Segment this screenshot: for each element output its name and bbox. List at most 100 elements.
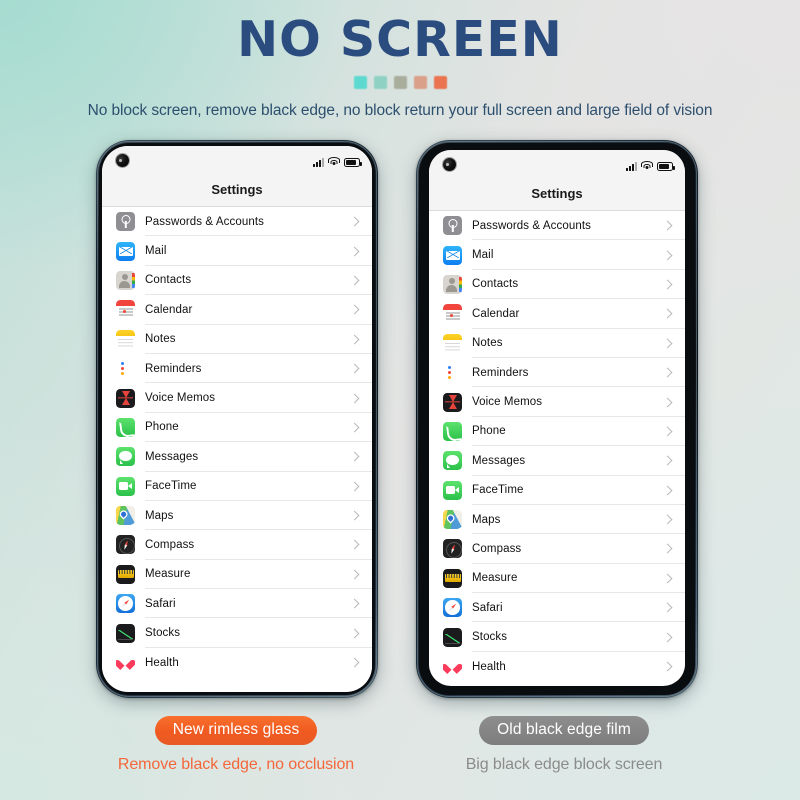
settings-row-label: Compass bbox=[145, 538, 195, 551]
chevron-right-icon bbox=[662, 455, 673, 466]
settings-row-notes[interactable]: Notes bbox=[429, 329, 685, 359]
settings-row-label: Maps bbox=[472, 513, 501, 526]
settings-row-notes[interactable]: Notes bbox=[102, 325, 372, 355]
settings-row-label: Reminders bbox=[472, 366, 529, 379]
chevron-right-icon bbox=[349, 569, 360, 580]
chevron-right-icon bbox=[349, 363, 360, 374]
phone-mockup-new-rimless-glass: Settings Passwords & Accounts Mail Contact… bbox=[96, 140, 378, 698]
health-icon bbox=[443, 657, 462, 677]
settings-row-safari[interactable]: Safari bbox=[429, 593, 685, 623]
settings-row-voice-memos[interactable]: Voice Memos bbox=[102, 383, 372, 414]
settings-screen-title: Settings bbox=[102, 176, 372, 207]
settings-row-mail[interactable]: Mail bbox=[429, 240, 685, 271]
chevron-right-icon bbox=[349, 422, 360, 433]
settings-row-passwords-accounts[interactable]: Passwords & Accounts bbox=[429, 211, 685, 241]
settings-row-calendar[interactable]: Calendar bbox=[429, 299, 685, 329]
compass-icon bbox=[116, 535, 135, 555]
signal-bars-icon bbox=[626, 161, 637, 171]
settings-row-measure[interactable]: Measure bbox=[429, 564, 685, 594]
measure-icon bbox=[116, 564, 135, 584]
page-subtitle: No block screen, remove black edge, no b… bbox=[87, 102, 713, 119]
contacts-icon bbox=[116, 270, 135, 290]
caption-old-black-edge-film: Old black edge film Big black edge block… bbox=[404, 716, 724, 774]
settings-screen-title: Settings bbox=[429, 180, 685, 211]
settings-row-reminders[interactable]: Reminders bbox=[429, 358, 685, 388]
chevron-right-icon bbox=[662, 661, 673, 672]
chevron-right-icon bbox=[349, 598, 360, 609]
status-icons bbox=[626, 159, 675, 171]
chevron-right-icon bbox=[662, 367, 673, 378]
chevron-right-icon bbox=[349, 275, 360, 286]
notes-icon bbox=[443, 333, 462, 353]
settings-row-voice-memos[interactable]: Voice Memos bbox=[429, 387, 685, 418]
wifi-icon bbox=[328, 157, 340, 167]
maps-icon bbox=[443, 510, 462, 530]
chevron-right-icon bbox=[662, 279, 673, 290]
settings-row-health[interactable]: Health bbox=[102, 648, 372, 677]
voice-memos-icon bbox=[443, 392, 462, 412]
settings-row-maps[interactable]: Maps bbox=[102, 501, 372, 531]
chevron-right-icon bbox=[662, 426, 673, 437]
measure-icon bbox=[443, 568, 462, 588]
caption-text-left: Remove black edge, no occlusion bbox=[117, 756, 355, 773]
settings-row-passwords-accounts[interactable]: Passwords & Accounts bbox=[102, 207, 372, 237]
badge-old-black-edge-film: Old black edge film bbox=[479, 716, 649, 745]
reminders-icon bbox=[116, 359, 135, 379]
settings-row-contacts[interactable]: Contacts bbox=[102, 266, 372, 296]
chevron-right-icon bbox=[662, 220, 673, 231]
settings-row-label: Passwords & Accounts bbox=[145, 215, 264, 228]
dot-turquoise bbox=[353, 76, 367, 89]
settings-row-label: Messages bbox=[472, 454, 526, 467]
settings-row-label: Health bbox=[472, 660, 506, 673]
dot-coral bbox=[433, 76, 447, 89]
status-bar bbox=[102, 146, 372, 176]
dot-mint bbox=[373, 76, 387, 89]
settings-row-maps[interactable]: Maps bbox=[429, 505, 685, 535]
chevron-right-icon bbox=[349, 304, 360, 315]
settings-row-label: Calendar bbox=[145, 303, 193, 316]
settings-row-label: Safari bbox=[472, 601, 503, 614]
settings-row-label: Voice Memos bbox=[472, 396, 543, 409]
battery-icon bbox=[657, 162, 675, 171]
settings-row-stocks[interactable]: Stocks bbox=[429, 622, 685, 653]
stocks-icon bbox=[443, 627, 462, 647]
settings-row-stocks[interactable]: Stocks bbox=[102, 618, 372, 649]
chevron-right-icon bbox=[662, 632, 673, 643]
settings-row-compass[interactable]: Compass bbox=[429, 534, 685, 565]
settings-row-health[interactable]: Health bbox=[429, 652, 685, 681]
settings-row-reminders[interactable]: Reminders bbox=[102, 354, 372, 384]
messages-icon bbox=[443, 451, 462, 471]
settings-row-facetime[interactable]: FaceTime bbox=[102, 472, 372, 502]
settings-row-mail[interactable]: Mail bbox=[102, 236, 372, 267]
settings-row-measure[interactable]: Measure bbox=[102, 560, 372, 590]
chevron-right-icon bbox=[662, 485, 673, 496]
chevron-right-icon bbox=[662, 573, 673, 584]
page-title: NO SCREEN bbox=[237, 11, 563, 68]
settings-row-phone[interactable]: Phone bbox=[429, 417, 685, 447]
passwords-icon bbox=[443, 216, 462, 236]
phone-icon bbox=[116, 417, 135, 437]
mail-icon bbox=[116, 241, 135, 261]
settings-row-label: Contacts bbox=[145, 274, 192, 287]
wifi-icon bbox=[641, 161, 653, 171]
battery-icon bbox=[344, 158, 362, 167]
settings-row-messages[interactable]: Messages bbox=[102, 442, 372, 472]
settings-row-calendar[interactable]: Calendar bbox=[102, 295, 372, 325]
settings-row-label: Contacts bbox=[472, 278, 519, 291]
settings-row-facetime[interactable]: FaceTime bbox=[429, 476, 685, 506]
settings-row-contacts[interactable]: Contacts bbox=[429, 270, 685, 300]
stocks-icon bbox=[116, 623, 135, 643]
chevron-right-icon bbox=[662, 308, 673, 319]
settings-row-safari[interactable]: Safari bbox=[102, 589, 372, 619]
signal-bars-icon bbox=[313, 157, 324, 167]
settings-row-label: Measure bbox=[472, 572, 518, 585]
settings-row-compass[interactable]: Compass bbox=[102, 530, 372, 561]
phone-icon bbox=[443, 421, 462, 441]
settings-row-messages[interactable]: Messages bbox=[429, 446, 685, 476]
status-icons bbox=[313, 155, 362, 167]
reminders-icon bbox=[443, 363, 462, 383]
settings-row-label: Notes bbox=[472, 337, 503, 350]
messages-icon bbox=[116, 447, 135, 467]
notes-icon bbox=[116, 329, 135, 349]
settings-row-phone[interactable]: Phone bbox=[102, 413, 372, 443]
